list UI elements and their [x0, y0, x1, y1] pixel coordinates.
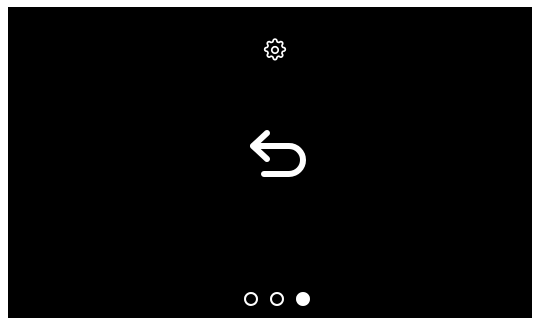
settings-button[interactable]: [259, 34, 291, 66]
page-indicator: [244, 291, 310, 307]
page-dot-active[interactable]: [296, 292, 310, 306]
back-arrow-icon: [250, 130, 306, 177]
back-button[interactable]: [236, 113, 322, 199]
device-screen: [8, 7, 532, 318]
page-dot[interactable]: [270, 292, 284, 306]
page-dot[interactable]: [244, 292, 258, 306]
gear-icon: [263, 38, 287, 61]
